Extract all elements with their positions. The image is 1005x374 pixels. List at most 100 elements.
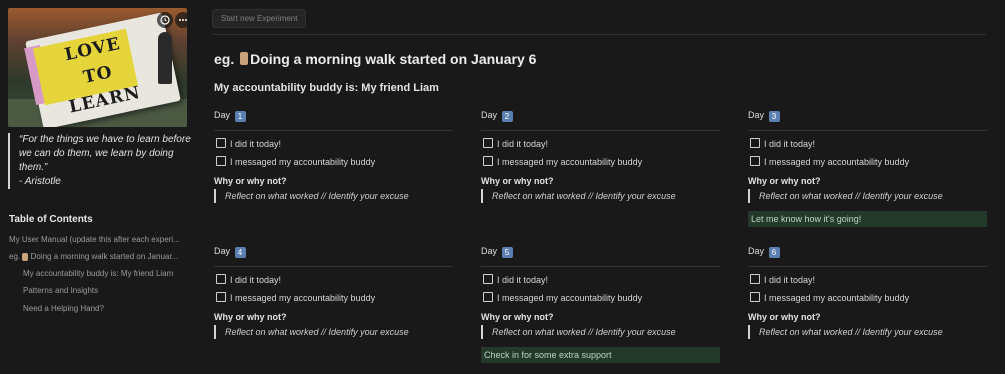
toc-item-label: Need a Helping Hand? [23,304,104,313]
day-number-badge: 1 [234,111,246,122]
day-number-badge: 6 [768,247,780,258]
toc-item-helping-hand[interactable]: Need a Helping Hand? [23,304,189,313]
task-label: I messaged my accountability buddy [230,157,376,167]
quote-text: “For the things we have to learn before … [19,134,191,173]
walking-person-icon [22,252,29,261]
day-label: Day [481,110,498,120]
checkbox[interactable] [483,274,493,284]
day-heading: Day 4 [214,246,246,258]
task-label: I messaged my accountability buddy [497,157,643,167]
toc-item-accountability-buddy[interactable]: My accountability buddy is: My friend Li… [23,269,189,278]
task-messaged-buddy[interactable]: I messaged my accountability buddy [481,156,642,167]
day-number-badge: 4 [234,247,246,258]
cover-image[interactable]: LOVE TO LEARN [8,8,187,127]
toc-item-label: My User Manual (update this after each e… [9,235,180,244]
checkbox[interactable] [750,292,760,302]
checkbox[interactable] [750,156,760,166]
checkbox[interactable] [483,156,493,166]
day-label: Day [748,246,765,256]
task-label: I messaged my accountability buddy [764,157,910,167]
task-messaged-buddy[interactable]: I messaged my accountability buddy [748,156,909,167]
task-label: I did it today! [497,139,549,149]
task-did-it[interactable]: I did it today! [214,138,281,149]
clock-icon[interactable] [157,12,173,28]
toc-item-patterns[interactable]: Patterns and Insights [23,286,189,295]
why-heading: Why or why not? [481,176,554,186]
quote-author: - Aristotle [19,176,61,187]
reflect-quote[interactable]: Reflect on what worked // Identify your … [214,189,409,203]
task-messaged-buddy[interactable]: I messaged my accountability buddy [214,156,375,167]
reflect-quote[interactable]: Reflect on what worked // Identify your … [481,189,676,203]
why-heading: Why or why not? [748,176,821,186]
day-heading: Day 3 [748,110,780,122]
divider [748,266,987,267]
callout[interactable]: Let me know how it's going! [748,211,987,227]
toc-item-label: Doing a morning walk started on Januar..… [30,252,179,261]
reflect-quote[interactable]: Reflect on what worked // Identify your … [214,325,409,339]
task-label: I messaged my accountability buddy [764,293,910,303]
why-heading: Why or why not? [214,312,287,322]
toc-title: Table of Contents [9,214,93,225]
checkbox[interactable] [483,138,493,148]
title-text: Doing a morning walk started on January … [250,51,537,67]
reflect-quote[interactable]: Reflect on what worked // Identify your … [748,189,943,203]
day-number-badge: 5 [501,247,513,258]
divider [481,130,720,131]
quote-block: “For the things we have to learn before … [8,133,194,189]
sidebar: LOVE TO LEARN “For the things we have to… [0,0,196,374]
task-label: I did it today! [497,275,549,285]
day-heading: Day 6 [748,246,780,258]
checkbox[interactable] [750,138,760,148]
toc-item-user-manual[interactable]: My User Manual (update this after each e… [9,235,189,244]
divider [214,130,453,131]
page-title: eg. Doing a morning walk started on Janu… [214,51,536,67]
reflect-quote[interactable]: Reflect on what worked // Identify your … [481,325,676,339]
toc-item-label: My accountability buddy is: My friend Li… [23,269,174,278]
task-label: I did it today! [230,275,282,285]
task-did-it[interactable]: I did it today! [748,274,815,285]
task-label: I did it today! [764,139,816,149]
task-did-it[interactable]: I did it today! [481,274,548,285]
task-label: I messaged my accountability buddy [497,293,643,303]
start-experiment-button[interactable]: Start new Experiment [212,9,307,28]
checkbox[interactable] [216,138,226,148]
why-heading: Why or why not? [748,312,821,322]
divider [748,130,987,131]
day-heading: Day 5 [481,246,513,258]
day-heading: Day 2 [481,110,513,122]
checkbox[interactable] [216,292,226,302]
day-label: Day [481,246,498,256]
buddy-heading: My accountability buddy is: My friend Li… [214,82,439,94]
checkbox[interactable] [750,274,760,284]
ellipsis-icon[interactable] [175,12,187,28]
toc-item-prefix: eg. [9,252,21,261]
reflect-quote[interactable]: Reflect on what worked // Identify your … [748,325,943,339]
why-heading: Why or why not? [214,176,287,186]
task-did-it[interactable]: I did it today! [481,138,548,149]
day-number-badge: 2 [501,111,513,122]
day-label: Day [214,110,231,120]
checkbox[interactable] [216,156,226,166]
task-messaged-buddy[interactable]: I messaged my accountability buddy [214,292,375,303]
divider [212,34,986,35]
day-heading: Day 1 [214,110,246,122]
walking-person-icon [240,52,249,65]
divider [214,266,453,267]
task-messaged-buddy[interactable]: I messaged my accountability buddy [748,292,909,303]
day-number-badge: 3 [768,111,780,122]
checkbox[interactable] [483,292,493,302]
cover-person [158,32,172,84]
task-label: I messaged my accountability buddy [230,293,376,303]
task-did-it[interactable]: I did it today! [214,274,281,285]
task-label: I did it today! [764,275,816,285]
task-did-it[interactable]: I did it today! [748,138,815,149]
why-heading: Why or why not? [481,312,554,322]
task-label: I did it today! [230,139,282,149]
day-label: Day [214,246,231,256]
toc-item-morning-walk[interactable]: eg. Doing a morning walk started on Janu… [9,252,189,261]
checkbox[interactable] [216,274,226,284]
divider [481,266,720,267]
day-label: Day [748,110,765,120]
task-messaged-buddy[interactable]: I messaged my accountability buddy [481,292,642,303]
callout[interactable]: Check in for some extra support [481,347,720,363]
